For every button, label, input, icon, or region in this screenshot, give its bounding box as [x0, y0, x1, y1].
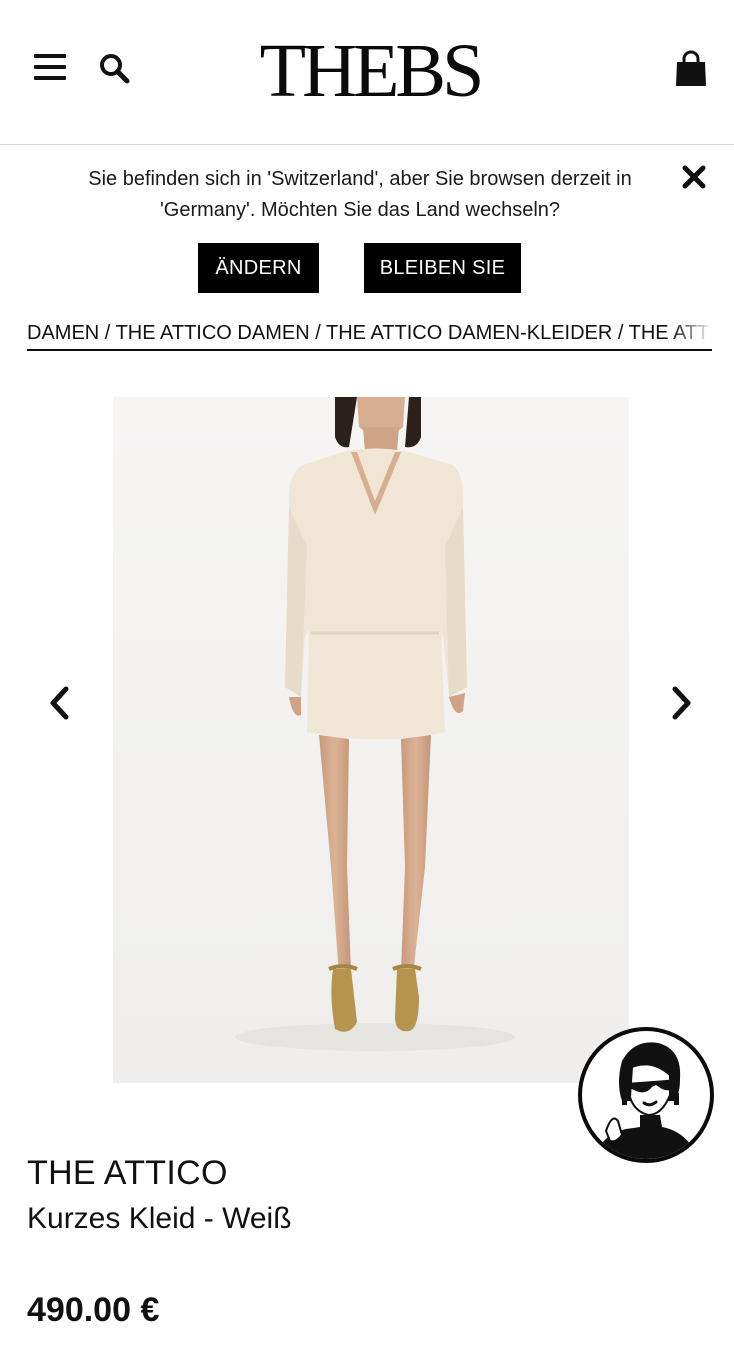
shopping-bag-icon[interactable]: [674, 50, 708, 88]
breadcrumb-separator: /: [104, 322, 116, 344]
product-page: THEBS Sie befinden sich in 'Switzerland'…: [0, 0, 734, 1350]
site-header: THEBS: [0, 0, 734, 145]
search-icon[interactable]: [98, 52, 132, 86]
country-banner-message: Sie befinden sich in 'Switzerland', aber…: [88, 168, 632, 221]
breadcrumb-item-attico-kleider[interactable]: THE ATTICO DAMEN-KLEIDER: [326, 322, 612, 344]
product-name: Kurzes Kleid - Weiß: [27, 1202, 292, 1235]
breadcrumb-item-damen[interactable]: DAMEN: [27, 322, 99, 344]
breadcrumb: DAMEN / THE ATTICO DAMEN / THE ATTICO DA…: [27, 318, 712, 351]
breadcrumb-item-attico-damen[interactable]: THE ATTICO DAMEN: [116, 322, 310, 344]
chevron-left-icon[interactable]: [46, 683, 72, 723]
site-logo[interactable]: THEBS: [250, 33, 490, 109]
product-image[interactable]: [113, 397, 629, 1083]
product-brand[interactable]: THE ATTICO: [27, 1153, 228, 1193]
hamburger-menu-icon[interactable]: [34, 54, 66, 84]
close-icon[interactable]: [680, 163, 708, 191]
breadcrumb-separator: /: [617, 322, 629, 344]
chat-assistant-avatar-icon[interactable]: [578, 1027, 714, 1163]
stay-country-button[interactable]: BLEIBEN SIE: [364, 243, 521, 293]
product-price: 490.00 €: [27, 1291, 160, 1329]
breadcrumb-fade: [672, 318, 712, 348]
breadcrumb-separator: /: [315, 322, 326, 344]
change-country-button[interactable]: ÄNDERN: [198, 243, 319, 293]
chevron-right-icon[interactable]: [669, 683, 695, 723]
